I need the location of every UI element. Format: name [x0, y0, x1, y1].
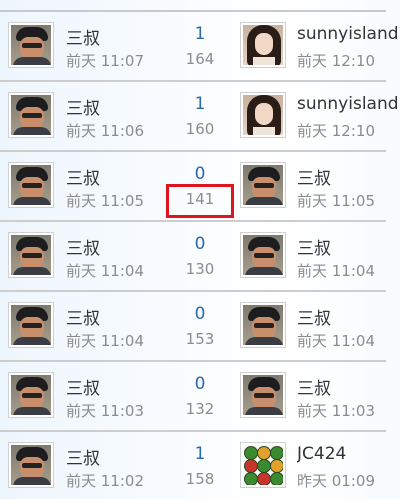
last-poster-name[interactable]: sunnyisland — [297, 24, 400, 44]
last-post-time[interactable]: 昨天 01:09 — [297, 470, 375, 491]
author-avatar[interactable] — [8, 162, 54, 208]
thread-row[interactable]: 三叔 前天 11:06 1 160 sunnyisland 前天 12:10 — [0, 82, 399, 152]
author-avatar[interactable] — [8, 92, 54, 138]
thread-row[interactable]: 三叔 前天 11:02 1 158 JC424 昨天 01:09 — [0, 432, 386, 499]
author-post-time: 前天 11:06 — [66, 122, 144, 140]
last-post-time[interactable]: 前天 11:05 — [297, 190, 375, 211]
author-post-time: 前天 11:07 — [66, 52, 144, 70]
last-poster-name[interactable]: 三叔 — [297, 304, 400, 329]
last-poster-avatar[interactable] — [240, 22, 286, 68]
author-post-time: 前天 11:03 — [66, 402, 144, 420]
last-poster-avatar[interactable] — [240, 302, 286, 348]
view-count: 153 — [185, 330, 215, 348]
last-poster-avatar[interactable] — [240, 162, 286, 208]
view-count: 164 — [185, 50, 215, 68]
last-poster-name[interactable]: 三叔 — [297, 164, 400, 189]
reply-count[interactable]: 0 — [168, 164, 232, 184]
view-count: 160 — [185, 120, 215, 138]
reply-count[interactable]: 0 — [168, 374, 232, 394]
last-poster-name[interactable]: 三叔 — [297, 234, 400, 259]
last-poster-avatar[interactable] — [240, 442, 286, 488]
reply-count[interactable]: 0 — [168, 234, 232, 254]
last-post-time[interactable]: 前天 11:04 — [297, 330, 375, 351]
author-name[interactable]: 三叔 — [66, 374, 100, 399]
reply-count[interactable]: 0 — [168, 304, 232, 324]
last-poster-name[interactable]: 三叔 — [297, 374, 400, 399]
author-avatar[interactable] — [8, 372, 54, 418]
thread-row[interactable]: 三叔 前天 11:04 0 153 三叔 前天 11:04 — [0, 292, 386, 362]
thread-row[interactable]: 三叔 前天 11:07 1 164 sunnyisland 前天 12:10 — [0, 12, 399, 82]
last-poster-avatar[interactable] — [240, 372, 286, 418]
view-count: 132 — [185, 400, 215, 418]
view-count: 158 — [185, 470, 215, 488]
author-name[interactable]: 三叔 — [66, 94, 100, 119]
reply-count[interactable]: 1 — [168, 24, 232, 44]
author-avatar[interactable] — [8, 302, 54, 348]
last-poster-avatar[interactable] — [240, 232, 286, 278]
last-post-time[interactable]: 前天 11:03 — [297, 400, 375, 421]
thread-list: 三叔 前天 11:07 1 164 sunnyisland 前天 12:10 三… — [0, 12, 400, 499]
author-avatar[interactable] — [8, 442, 54, 488]
last-post-time[interactable]: 前天 12:10 — [297, 120, 375, 141]
author-post-time: 前天 11:02 — [66, 472, 144, 490]
thread-row[interactable]: 三叔 前天 11:03 0 132 三叔 前天 11:03 — [0, 362, 386, 432]
author-name[interactable]: 三叔 — [66, 234, 100, 259]
view-count: 130 — [185, 260, 215, 278]
author-post-time: 前天 11:04 — [66, 262, 144, 280]
reply-count[interactable]: 1 — [168, 444, 232, 464]
last-post-time[interactable]: 前天 12:10 — [297, 50, 375, 71]
author-avatar[interactable] — [8, 22, 54, 68]
last-poster-avatar[interactable] — [240, 92, 286, 138]
author-name[interactable]: 三叔 — [66, 164, 100, 189]
reply-count[interactable]: 1 — [168, 94, 232, 114]
thread-row[interactable]: 三叔 前天 11:04 0 130 三叔 前天 11:04 — [0, 222, 386, 292]
author-name[interactable]: 三叔 — [66, 24, 100, 49]
author-post-time: 前天 11:04 — [66, 332, 144, 350]
author-name[interactable]: 三叔 — [66, 444, 100, 469]
last-post-time[interactable]: 前天 11:04 — [297, 260, 375, 281]
author-avatar[interactable] — [8, 232, 54, 278]
last-poster-name[interactable]: sunnyisland — [297, 94, 400, 114]
author-post-time: 前天 11:05 — [66, 192, 144, 210]
last-poster-name[interactable]: JC424 — [297, 444, 400, 464]
author-name[interactable]: 三叔 — [66, 304, 100, 329]
highlight-annotation-box — [166, 184, 234, 218]
